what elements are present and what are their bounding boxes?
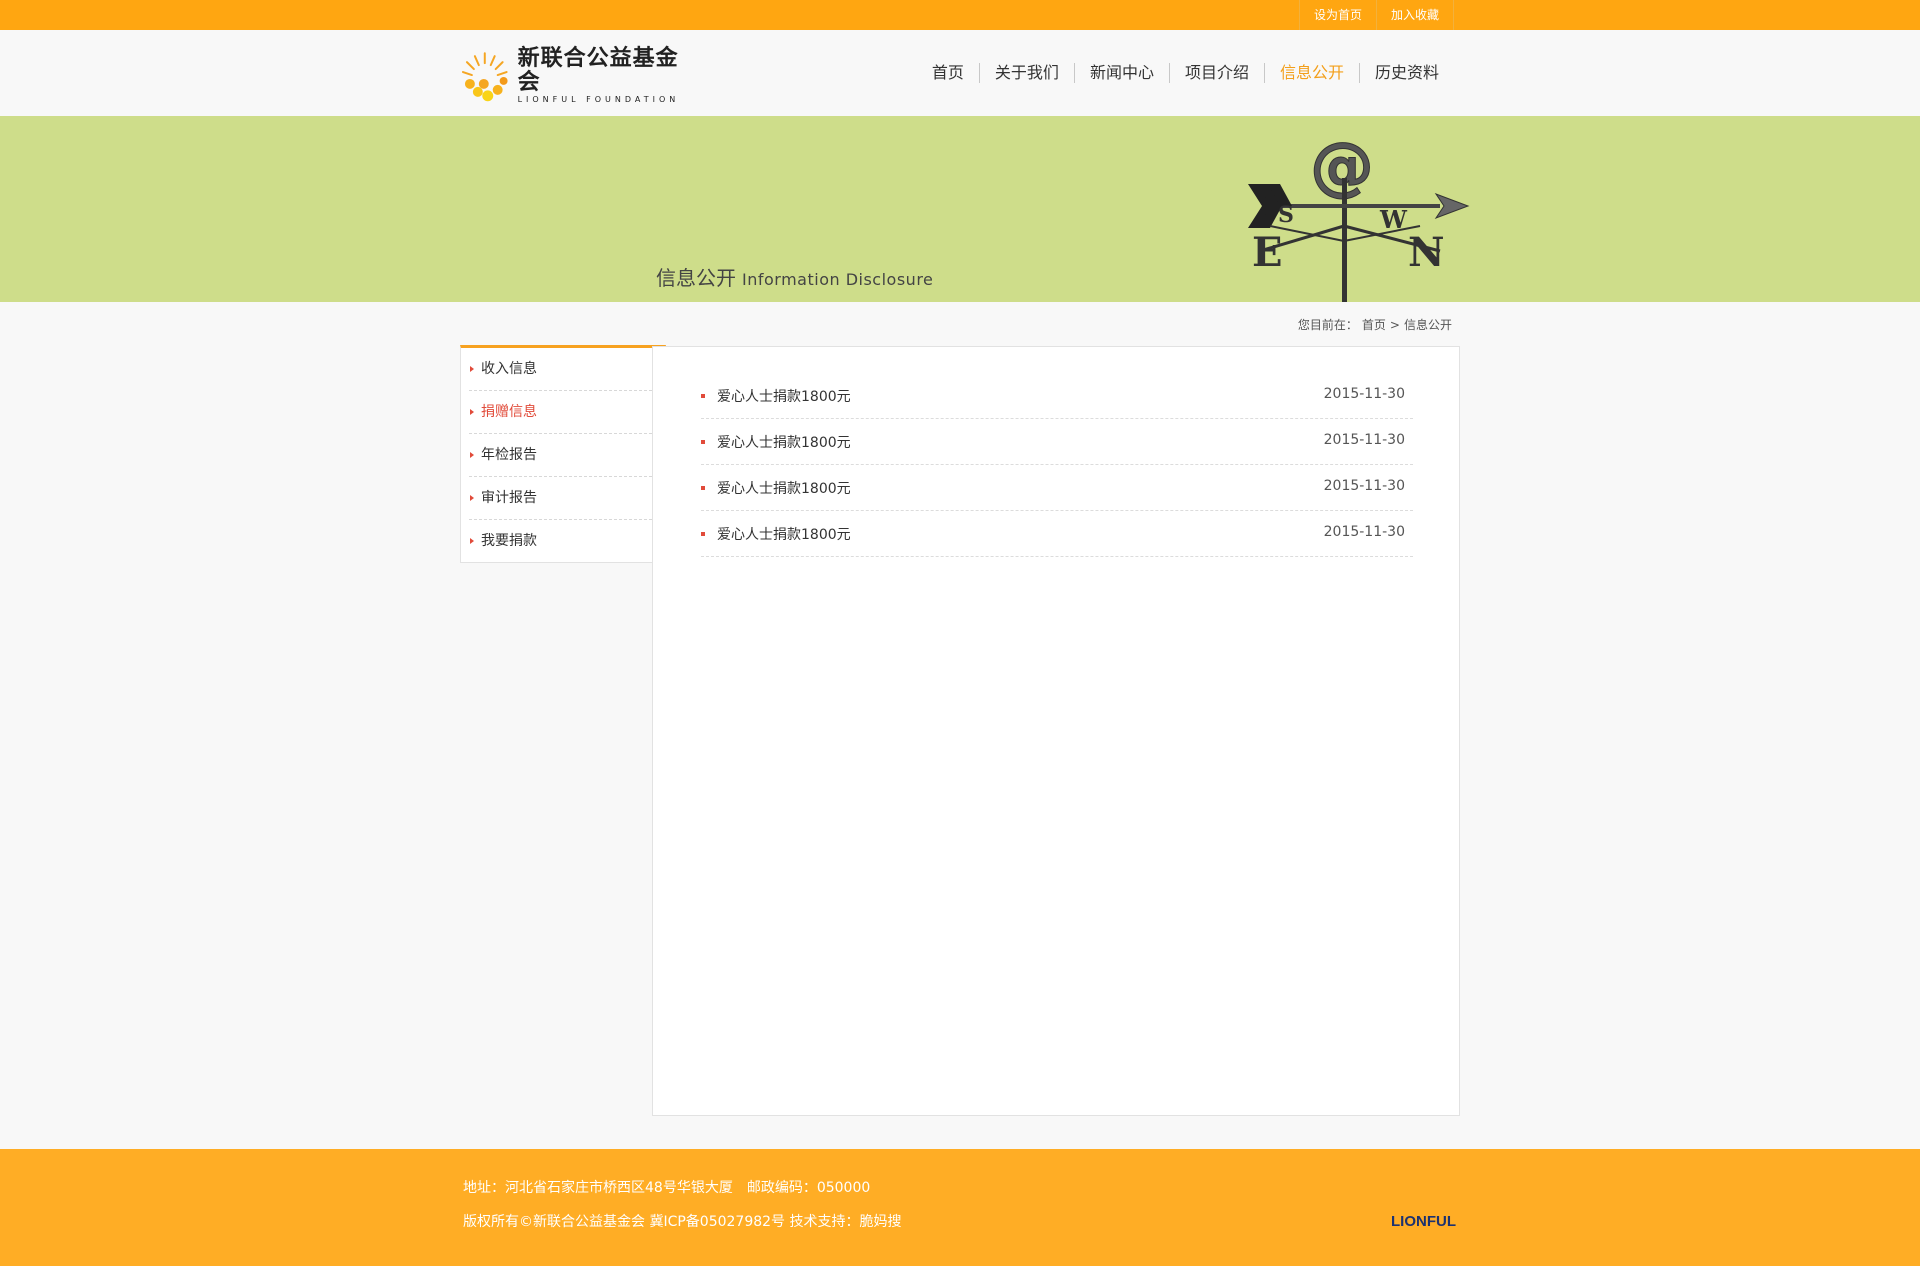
list-item-date: 2015-11-30 (1323, 386, 1405, 402)
donation-list: 爱心人士捐款1800元 2015-11-30 爱心人士捐款1800元 2015-… (701, 373, 1413, 557)
triangle-bullet-icon (470, 495, 474, 501)
breadcrumb-current[interactable]: 信息公开 (1404, 318, 1452, 332)
site-footer: 地址：河北省石家庄市桥西区48号华银大厦 邮政编码：050000 版权所有©新联合… (0, 1149, 1920, 1266)
sidebar-item-label: 审计报告 (481, 490, 537, 506)
svg-text:S: S (1278, 202, 1294, 228)
footer-logo: LIONFUL (1391, 1213, 1456, 1230)
breadcrumb: 您目前在： 首页 > 信息公开 (1296, 316, 1454, 333)
main-nav: 首页 关于我们 新闻中心 项目介绍 信息公开 历史资料 (917, 63, 1454, 83)
page-banner: 信息公开 Information Disclosure @ E N W S (0, 116, 1920, 302)
list-item[interactable]: 爱心人士捐款1800元 2015-11-30 (701, 373, 1413, 419)
sidebar-item-donations[interactable]: 捐赠信息 (469, 391, 657, 434)
list-item[interactable]: 爱心人士捐款1800元 2015-11-30 (701, 419, 1413, 465)
nav-disclosure[interactable]: 信息公开 (1263, 63, 1359, 83)
breadcrumb-prefix: 您目前在： (1297, 318, 1358, 332)
sidebar: 收入信息 捐赠信息 年检报告 审计报告 我要捐款 (460, 345, 666, 563)
bullet-icon (701, 394, 705, 398)
bullet-icon (701, 486, 705, 490)
sidebar-item-income[interactable]: 收入信息 (469, 348, 657, 391)
footer-postcode: 邮政编码：050000 (746, 1180, 871, 1196)
list-item-title[interactable]: 爱心人士捐款1800元 (717, 478, 851, 498)
sun-logo-icon (461, 52, 508, 102)
main-content-box: 爱心人士捐款1800元 2015-11-30 爱心人士捐款1800元 2015-… (652, 346, 1460, 1116)
list-item-title[interactable]: 爱心人士捐款1800元 (717, 524, 851, 544)
sidebar-item-audit-report[interactable]: 审计报告 (469, 477, 657, 520)
list-item-title[interactable]: 爱心人士捐款1800元 (717, 432, 851, 452)
top-bar: 设为首页 加入收藏 (0, 0, 1920, 30)
logo-en-text: LIONFUL FOUNDATION (517, 95, 680, 104)
sidebar-item-donate[interactable]: 我要捐款 (469, 520, 657, 562)
bullet-icon (701, 532, 705, 536)
footer-address-line: 地址：河北省石家庄市桥西区48号华银大厦 邮政编码：050000 (463, 1177, 870, 1197)
list-item[interactable]: 爱心人士捐款1800元 2015-11-30 (701, 465, 1413, 511)
banner-title-en: Information Disclosure (742, 270, 934, 289)
site-header: 新联合公益基金会 LIONFUL FOUNDATION 首页 关于我们 新闻中心… (0, 30, 1920, 116)
sidebar-item-label: 捐赠信息 (481, 404, 537, 420)
nav-home[interactable]: 首页 (917, 63, 979, 83)
breadcrumb-home[interactable]: 首页 (1362, 318, 1386, 332)
sidebar-item-label: 我要捐款 (481, 533, 537, 549)
triangle-bullet-icon (470, 409, 474, 415)
sidebar-item-label: 年检报告 (481, 447, 537, 463)
breadcrumb-separator: > (1389, 318, 1400, 332)
footer-copyright: 版权所有©新联合公益基金会 冀ICP备05027982号 技术支持：脆妈搜 (463, 1214, 902, 1230)
bullet-icon (701, 440, 705, 444)
sidebar-item-annual-report[interactable]: 年检报告 (469, 434, 657, 477)
list-item[interactable]: 爱心人士捐款1800元 2015-11-30 (701, 511, 1413, 557)
banner-title-cn: 信息公开 (656, 266, 736, 290)
nav-news[interactable]: 新闻中心 (1073, 63, 1169, 83)
footer-address: 地址：河北省石家庄市桥西区48号华银大厦 (463, 1180, 733, 1196)
add-favorite-link[interactable]: 加入收藏 (1377, 0, 1454, 30)
svg-text:N: N (1408, 229, 1445, 276)
triangle-bullet-icon (470, 366, 474, 372)
nav-history[interactable]: 历史资料 (1358, 63, 1454, 83)
list-item-date: 2015-11-30 (1323, 432, 1405, 448)
triangle-bullet-icon (470, 452, 474, 458)
triangle-bullet-icon (470, 538, 474, 544)
list-item-title[interactable]: 爱心人士捐款1800元 (717, 386, 851, 406)
list-item-date: 2015-11-30 (1323, 478, 1405, 494)
sidebar-item-label: 收入信息 (481, 361, 537, 377)
list-item-date: 2015-11-30 (1323, 524, 1405, 540)
content-area: 您目前在： 首页> 信息公开 收入信息 捐赠信息 年检报告 审计报告 我要捐款 (0, 302, 1920, 1116)
top-links: 设为首页 加入收藏 (1298, 0, 1454, 30)
set-homepage-link[interactable]: 设为首页 (1300, 0, 1377, 30)
svg-text:W: W (1379, 205, 1408, 234)
svg-text:E: E (1252, 229, 1283, 276)
weather-vane-icon: @ E N W S (1248, 130, 1470, 302)
nav-about[interactable]: 关于我们 (978, 63, 1074, 83)
banner-title: 信息公开 Information Disclosure (656, 262, 933, 291)
nav-projects[interactable]: 项目介绍 (1168, 63, 1264, 83)
logo-cn-text: 新联合公益基金会 (517, 45, 679, 95)
site-logo[interactable]: 新联合公益基金会 LIONFUL FOUNDATION (460, 46, 700, 104)
